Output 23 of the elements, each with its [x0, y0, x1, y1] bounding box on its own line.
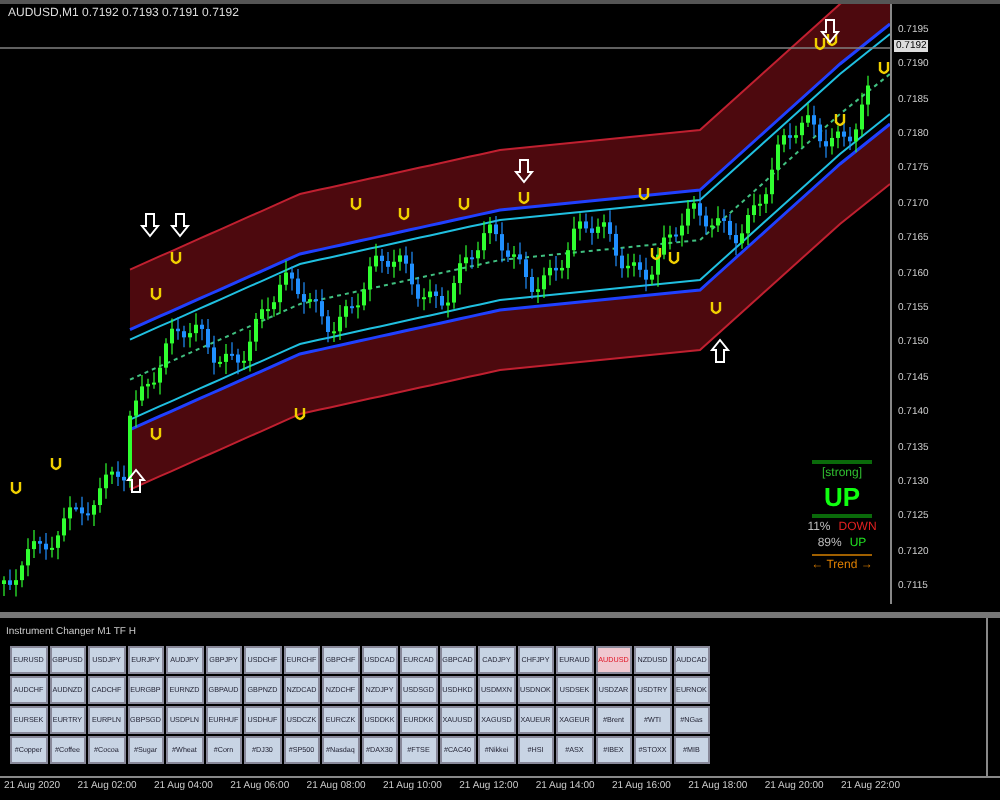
- fractal-marker-icon: [638, 188, 650, 200]
- fractal-marker-icon: [294, 408, 306, 420]
- down-arrow-icon: [819, 19, 841, 44]
- fractal-marker-icon: [710, 302, 722, 314]
- fractal-marker-icon: [50, 458, 62, 470]
- fractal-marker-icon: [458, 198, 470, 210]
- fractal-marker-icon: [150, 288, 162, 300]
- down-arrow-icon: [169, 213, 191, 238]
- fractal-marker-icon: [668, 252, 680, 264]
- up-arrow-icon: [709, 338, 731, 363]
- fractal-marker-icon: [398, 208, 410, 220]
- fractal-marker-icon: [150, 428, 162, 440]
- down-arrow-icon: [139, 213, 161, 238]
- fractal-marker-icon: [878, 62, 890, 74]
- down-arrow-icon: [513, 159, 535, 184]
- fractal-marker-icon: [350, 198, 362, 210]
- fractal-marker-icon: [10, 482, 22, 494]
- fractal-marker-icon: [650, 248, 662, 260]
- up-arrow-icon: [125, 468, 147, 493]
- fractal-marker-icon: [170, 252, 182, 264]
- trend-direction: UP: [823, 484, 861, 510]
- fractal-marker-icon: [834, 114, 846, 126]
- fractal-marker-icon: [518, 192, 530, 204]
